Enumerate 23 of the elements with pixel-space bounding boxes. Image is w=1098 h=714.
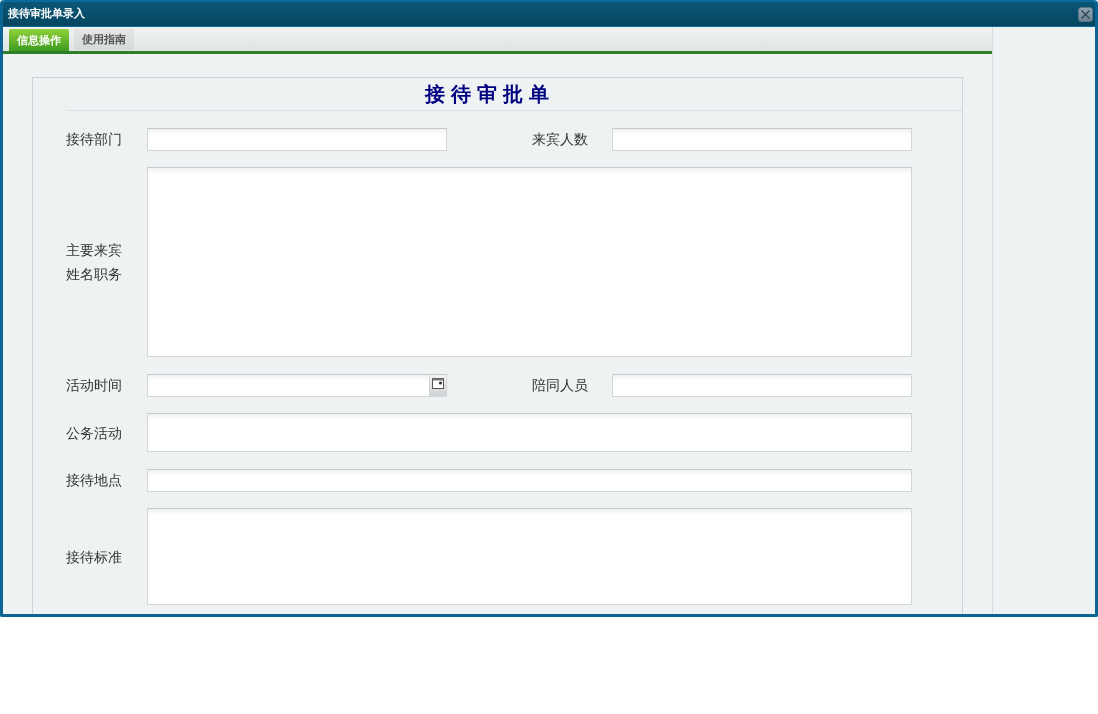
field-label: 公务活动 xyxy=(66,423,123,443)
input-field[interactable] xyxy=(612,373,912,397)
text-area-field[interactable] xyxy=(147,508,912,605)
text-area-field[interactable] xyxy=(147,167,912,357)
field-label: 来宾人数 xyxy=(532,130,589,149)
field-label: 陪同人员 xyxy=(532,376,589,395)
field-label: 接待标准 xyxy=(66,547,123,567)
close-button[interactable] xyxy=(1078,6,1093,22)
field-label: 主要来宾姓名职务 xyxy=(66,241,123,284)
form-title: 接待审批单 xyxy=(425,82,555,106)
input-field[interactable] xyxy=(147,468,912,492)
close-icon xyxy=(1080,8,1091,20)
field-label: 接待地点 xyxy=(66,471,123,490)
text-area-field[interactable] xyxy=(147,413,912,452)
field-label: 活动时间 xyxy=(66,376,123,395)
date-field[interactable] xyxy=(147,373,447,397)
tab[interactable]: 使用指南 xyxy=(74,29,134,50)
field-label: 接待部门 xyxy=(66,130,123,149)
calendar-button[interactable] xyxy=(429,374,446,396)
input-field[interactable] xyxy=(147,127,447,151)
window-title: 接待审批单录入 xyxy=(8,7,85,21)
calendar-icon xyxy=(432,377,444,389)
input-field[interactable] xyxy=(612,127,912,151)
